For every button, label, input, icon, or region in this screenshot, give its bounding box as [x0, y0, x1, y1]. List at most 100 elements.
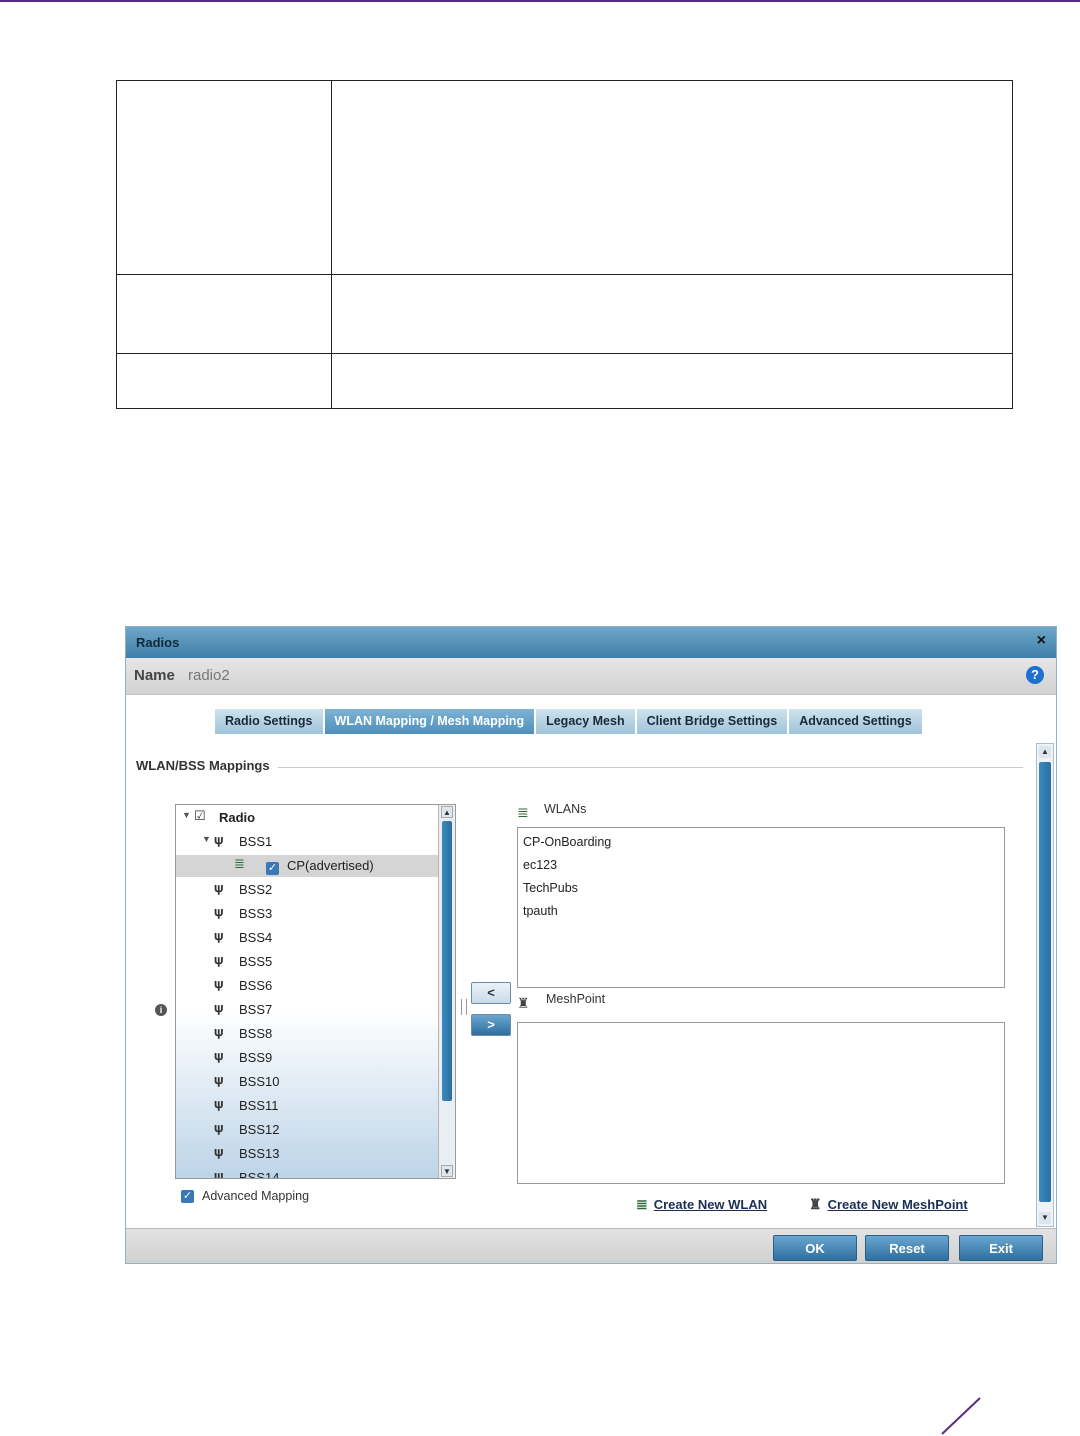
wlan-icon: ≣ [234, 856, 245, 871]
scroll-up-icon[interactable]: ▲ [1039, 746, 1051, 758]
tab-wlan-mesh-mapping[interactable]: WLAN Mapping / Mesh Mapping [324, 709, 537, 734]
tree-node-bss[interactable]: 𝛙 BSS2 [176, 879, 438, 901]
meshpoint-list[interactable] [517, 1022, 1005, 1184]
antenna-icon: 𝛙 [214, 904, 224, 919]
dialog-titlebar: Radios × [126, 627, 1056, 658]
create-new-wlan-link[interactable]: ≣ Create New WLAN [636, 1196, 767, 1213]
tree-node-label: BSS10 [239, 1074, 280, 1089]
wlan-icon: ≣ [636, 1196, 648, 1212]
name-value: radio2 [188, 667, 230, 684]
list-item[interactable]: tpauth [523, 904, 558, 918]
document-table-row [117, 275, 1012, 354]
tree-node-label: CP(advertised) [287, 858, 374, 873]
tree-node-label: BSS1 [239, 834, 273, 849]
create-new-wlan-label[interactable]: Create New WLAN [654, 1197, 767, 1212]
section-title: WLAN/BSS Mappings [136, 758, 278, 773]
antenna-icon: 𝛙 [214, 1096, 224, 1111]
tree-node-bss[interactable]: 𝛙 BSS14 [176, 1167, 438, 1179]
antenna-icon: 𝛙 [214, 1120, 224, 1135]
tree-node-label: BSS12 [239, 1122, 280, 1137]
tree-node-label: BSS5 [239, 954, 273, 969]
wlan-icon: ≣ [517, 804, 529, 820]
tree-node-label: BSS7 [239, 1002, 273, 1017]
wlans-label: WLANs [544, 802, 587, 816]
advanced-mapping-label: Advanced Mapping [202, 1189, 310, 1203]
tab-client-bridge-settings[interactable]: Client Bridge Settings [636, 709, 790, 734]
scroll-down-icon[interactable]: ▼ [1039, 1212, 1051, 1224]
bss-tree[interactable]: ▼ ☑ Radio ▼ 𝛙 BSS1 ≣ ✓ CP(advertised) 𝛙B… [175, 804, 456, 1179]
list-item[interactable]: ec123 [523, 858, 557, 872]
tree-node-bss[interactable]: 𝛙 BSS5 [176, 951, 438, 973]
tree-node-label: BSS14 [239, 1170, 280, 1179]
tree-node-bss[interactable]: 𝛙 BSS9 [176, 1047, 438, 1069]
antenna-icon: 𝛙 [214, 1168, 224, 1179]
splitter-grip[interactable] [461, 999, 467, 1015]
antenna-icon: 𝛙 [214, 880, 224, 895]
name-bar: Name radio2 ? [126, 658, 1056, 695]
ok-button[interactable]: OK [773, 1235, 857, 1261]
tree-node-bss[interactable]: 𝛙 BSS13 [176, 1143, 438, 1165]
meshpoint-icon: ♜ [809, 1196, 822, 1212]
tree-node-bss[interactable]: 𝛙 BSS10 [176, 1071, 438, 1093]
wlans-list[interactable]: CP-OnBoarding ec123 TechPubs tpauth [517, 827, 1005, 988]
move-right-button[interactable]: > [471, 1014, 511, 1036]
tree-node-bss[interactable]: 𝛙 BSS7 [176, 999, 438, 1021]
tree-node-label: BSS11 [239, 1098, 279, 1113]
document-table [116, 80, 1013, 409]
scroll-down-icon[interactable]: ▼ [441, 1165, 453, 1177]
tree-node-bss[interactable]: 𝛙 BSS6 [176, 975, 438, 997]
document-table-divider [331, 81, 332, 408]
antenna-icon: 𝛙 [214, 928, 224, 943]
antenna-icon: 𝛙 [214, 832, 224, 847]
tree-node-label: BSS8 [239, 1026, 273, 1041]
tree-node-label: BSS9 [239, 1050, 273, 1065]
tree-node-bss[interactable]: 𝛙 BSS8 [176, 1023, 438, 1045]
document-table-row [117, 81, 1012, 275]
scroll-thumb[interactable] [1039, 762, 1051, 1202]
help-icon[interactable]: ? [1026, 666, 1044, 684]
scroll-up-icon[interactable]: ▲ [441, 806, 453, 818]
tab-advanced-settings[interactable]: Advanced Settings [789, 709, 924, 734]
tree-node-bss[interactable]: 𝛙 BSS3 [176, 903, 438, 925]
tree-node-label: BSS3 [239, 906, 273, 921]
page-corner-mark [941, 1397, 981, 1435]
triangle-down-icon[interactable]: ▼ [182, 810, 191, 820]
checkbox-checked-icon[interactable]: ✓ [181, 1190, 194, 1204]
antenna-icon: 𝛙 [214, 952, 224, 967]
antenna-icon: 𝛙 [214, 1000, 224, 1015]
antenna-icon: 𝛙 [214, 1144, 224, 1159]
radio-tree-icon: ☑ [194, 808, 206, 823]
tab-legacy-mesh[interactable]: Legacy Mesh [536, 709, 637, 734]
name-label: Name [134, 667, 175, 684]
scroll-thumb[interactable] [442, 821, 452, 1101]
list-item[interactable]: TechPubs [523, 881, 578, 895]
tab-radio-settings[interactable]: Radio Settings [215, 709, 325, 734]
list-item[interactable]: CP-OnBoarding [523, 835, 611, 849]
dialog-scrollbar[interactable]: ▲ ▼ [1036, 743, 1054, 1227]
dialog-footer: OK Reset Exit [126, 1228, 1056, 1263]
advanced-mapping-checkbox[interactable]: ✓ Advanced Mapping [181, 1189, 310, 1204]
triangle-down-icon[interactable]: ▼ [202, 834, 211, 844]
tree-node-wlan-mapped[interactable]: ≣ ✓ CP(advertised) [176, 855, 438, 877]
meshpoint-label: MeshPoint [546, 992, 606, 1006]
tree-node-label: BSS13 [239, 1146, 280, 1161]
antenna-icon: 𝛙 [214, 976, 224, 991]
meshpoint-icon: ♜ [517, 995, 530, 1011]
tree-node-radio[interactable]: ▼ ☑ Radio [176, 807, 438, 829]
tree-node-bss[interactable]: 𝛙 BSS12 [176, 1119, 438, 1141]
create-new-meshpoint-link[interactable]: ♜ Create New MeshPoint [809, 1196, 968, 1213]
radios-dialog: Radios × Name radio2 ? Radio Settings WL… [125, 626, 1057, 1264]
tree-node-bss[interactable]: 𝛙 BSS11 [176, 1095, 438, 1117]
tree-node-label: BSS6 [239, 978, 273, 993]
close-icon[interactable]: × [1037, 632, 1046, 650]
checkbox-checked-icon[interactable]: ✓ [266, 859, 279, 875]
tree-scrollbar[interactable]: ▲ ▼ [438, 805, 455, 1178]
tree-node-bss[interactable]: 𝛙 BSS4 [176, 927, 438, 949]
move-left-button[interactable]: < [471, 982, 511, 1004]
reset-button[interactable]: Reset [865, 1235, 949, 1261]
page-top-rule [0, 0, 1080, 2]
create-new-meshpoint-label[interactable]: Create New MeshPoint [828, 1197, 968, 1212]
tree-node-bss[interactable]: ▼ 𝛙 BSS1 [176, 831, 438, 853]
dialog-title: Radios [136, 635, 180, 650]
exit-button[interactable]: Exit [959, 1235, 1043, 1261]
